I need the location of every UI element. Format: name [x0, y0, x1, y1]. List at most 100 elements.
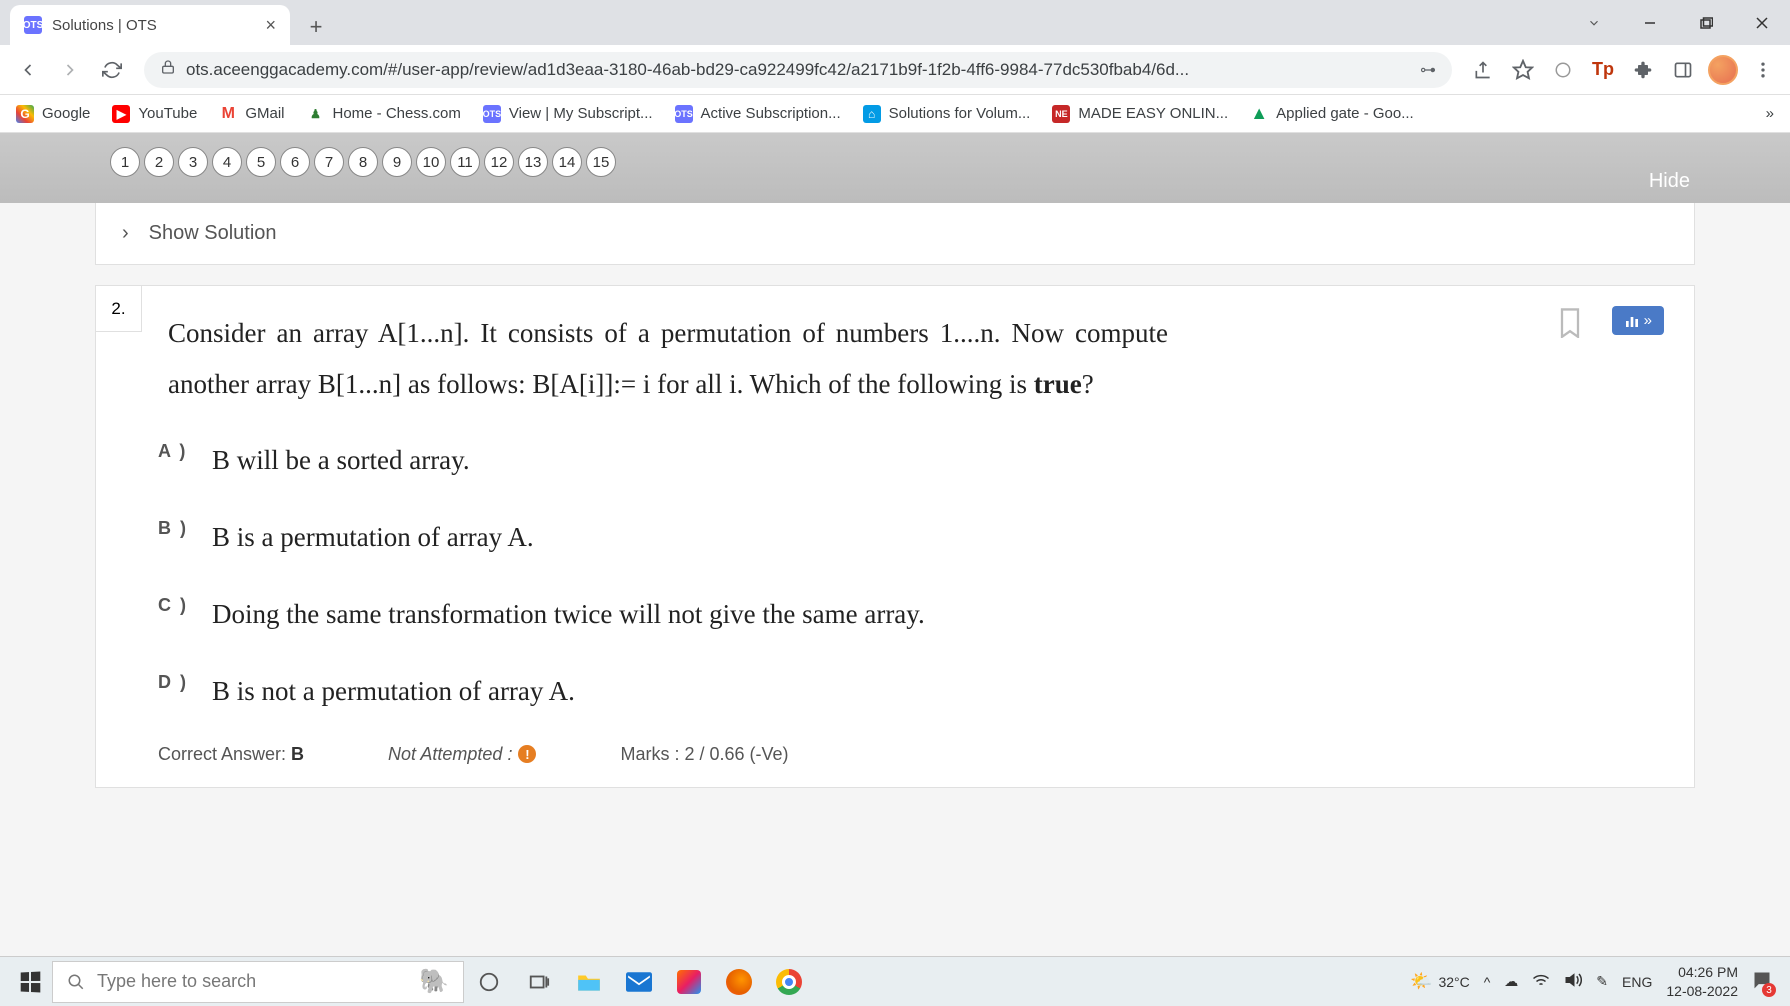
option-a[interactable]: A ) B will be a sorted array. [158, 435, 1664, 486]
pen-icon[interactable]: ✎ [1596, 973, 1608, 990]
file-explorer-icon[interactable] [564, 962, 614, 1002]
question-nav-7[interactable]: 7 [314, 147, 344, 177]
bookmark-youtube[interactable]: ▶YouTube [112, 105, 197, 123]
forward-button[interactable] [52, 52, 88, 88]
start-button[interactable] [8, 962, 52, 1002]
key-icon[interactable]: ⊶ [1420, 60, 1436, 80]
option-text: B is a permutation of array A. [212, 512, 534, 563]
mail-icon[interactable] [614, 962, 664, 1002]
firefox-icon[interactable] [714, 962, 764, 1002]
show-solution-toggle[interactable]: › Show Solution [95, 203, 1695, 265]
bookmark-chess[interactable]: ♟Home - Chess.com [307, 105, 461, 123]
question-number-badge: 2. [96, 286, 142, 332]
bookmarks-bar: GGoogle ▶YouTube MGMail ♟Home - Chess.co… [0, 95, 1790, 133]
question-nav-6[interactable]: 6 [280, 147, 310, 177]
question-nav-bar: 123456789101112131415 Hide [0, 133, 1790, 203]
option-label: C ) [158, 589, 192, 616]
bookmark-madeeasy[interactable]: NEMADE EASY ONLIN... [1052, 105, 1228, 123]
bookmarks-overflow-icon[interactable]: » [1766, 105, 1774, 122]
question-nav-8[interactable]: 8 [348, 147, 378, 177]
extensions-icon[interactable] [1626, 53, 1660, 87]
option-text: B will be a sorted array. [212, 435, 470, 486]
chevron-right-icon: › [122, 222, 129, 245]
volume-icon[interactable] [1564, 972, 1582, 991]
question-nav-1[interactable]: 1 [110, 147, 140, 177]
language-indicator[interactable]: ENG [1622, 974, 1652, 990]
window-titlebar: OTS Solutions | OTS × + [0, 0, 1790, 45]
chrome-icon[interactable] [764, 962, 814, 1002]
option-label: A ) [158, 435, 192, 462]
option-d[interactable]: D ) B is not a permutation of array A. [158, 666, 1664, 717]
notifications-icon[interactable]: 3 [1752, 970, 1772, 993]
question-card: 2. » Consider an array A[1...n]. It cons… [95, 285, 1695, 788]
star-icon[interactable] [1506, 53, 1540, 87]
address-bar: ots.aceenggacademy.com/#/user-app/review… [0, 45, 1790, 95]
search-decoration-icon: 🐘 [419, 967, 449, 996]
minimize-button[interactable] [1622, 0, 1678, 45]
warning-icon: ! [518, 745, 536, 763]
system-tray: 🌤️32°C ^ ☁ ✎ ENG 04:26 PM12-08-2022 3 [1410, 963, 1782, 999]
bookmark-applied-gate[interactable]: ▲Applied gate - Goo... [1250, 105, 1414, 123]
option-label: D ) [158, 666, 192, 693]
option-label: B ) [158, 512, 192, 539]
circle-icon[interactable] [1546, 53, 1580, 87]
question-nav-9[interactable]: 9 [382, 147, 412, 177]
tab-favicon: OTS [24, 16, 42, 34]
wifi-icon[interactable] [1532, 973, 1550, 990]
settings-app-icon[interactable] [664, 962, 714, 1002]
marks: Marks : 2 / 0.66 (-Ve) [620, 744, 788, 765]
question-nav-11[interactable]: 11 [450, 147, 480, 177]
profile-avatar[interactable] [1706, 53, 1740, 87]
not-attempted: Not Attempted :! [388, 744, 536, 765]
taskbar-search[interactable]: Type here to search 🐘 [52, 961, 464, 1003]
question-nav-15[interactable]: 15 [586, 147, 616, 177]
question-nav-10[interactable]: 10 [416, 147, 446, 177]
clock[interactable]: 04:26 PM12-08-2022 [1666, 963, 1738, 999]
question-nav-4[interactable]: 4 [212, 147, 242, 177]
new-tab-button[interactable]: + [298, 9, 334, 45]
stats-button[interactable]: » [1612, 306, 1664, 335]
question-meta: Correct Answer: B Not Attempted :! Marks… [158, 744, 1664, 765]
option-text: Doing the same transformation twice will… [212, 589, 925, 640]
bookmark-subscript[interactable]: OTSView | My Subscript... [483, 105, 653, 123]
cortana-icon[interactable] [464, 962, 514, 1002]
option-c[interactable]: C ) Doing the same transformation twice w… [158, 589, 1664, 640]
back-button[interactable] [10, 52, 46, 88]
menu-icon[interactable] [1746, 53, 1780, 87]
question-nav-13[interactable]: 13 [518, 147, 548, 177]
option-text: B is not a permutation of array A. [212, 666, 575, 717]
option-b[interactable]: B ) B is a permutation of array A. [158, 512, 1664, 563]
bookmark-gmail[interactable]: MGMail [219, 105, 284, 123]
bookmark-question-icon[interactable] [1556, 306, 1584, 343]
maximize-button[interactable] [1678, 0, 1734, 45]
weather-widget[interactable]: 🌤️32°C [1410, 971, 1470, 992]
question-nav-5[interactable]: 5 [246, 147, 276, 177]
search-icon [67, 973, 85, 991]
question-nav-3[interactable]: 3 [178, 147, 208, 177]
bookmark-active-sub[interactable]: OTSActive Subscription... [675, 105, 841, 123]
question-text: Consider an array A[1...n]. It consists … [168, 308, 1168, 411]
reload-button[interactable] [94, 52, 130, 88]
question-nav-2[interactable]: 2 [144, 147, 174, 177]
tp-extension-icon[interactable]: Tp [1586, 53, 1620, 87]
hide-button[interactable]: Hide [1649, 170, 1690, 193]
lock-icon [160, 59, 176, 80]
url-input[interactable]: ots.aceenggacademy.com/#/user-app/review… [144, 52, 1452, 88]
task-view-icon[interactable] [514, 962, 564, 1002]
tray-chevron-icon[interactable]: ^ [1484, 974, 1491, 990]
question-nav-12[interactable]: 12 [484, 147, 514, 177]
bookmark-google[interactable]: GGoogle [16, 105, 90, 123]
close-window-button[interactable] [1734, 0, 1790, 45]
share-icon[interactable] [1466, 53, 1500, 87]
windows-taskbar: Type here to search 🐘 🌤️32°C ^ ☁ ✎ ENG 0… [0, 956, 1790, 1006]
onedrive-icon[interactable]: ☁ [1504, 973, 1518, 990]
browser-tab[interactable]: OTS Solutions | OTS × [10, 5, 290, 45]
bookmark-solutions[interactable]: ⌂Solutions for Volum... [863, 105, 1031, 123]
question-nav-14[interactable]: 14 [552, 147, 582, 177]
sidepanel-icon[interactable] [1666, 53, 1700, 87]
url-text: ots.aceenggacademy.com/#/user-app/review… [186, 60, 1410, 80]
tab-title: Solutions | OTS [52, 17, 157, 34]
tab-close-icon[interactable]: × [265, 15, 276, 36]
show-solution-label: Show Solution [149, 222, 277, 245]
chevron-down-icon[interactable] [1566, 0, 1622, 45]
